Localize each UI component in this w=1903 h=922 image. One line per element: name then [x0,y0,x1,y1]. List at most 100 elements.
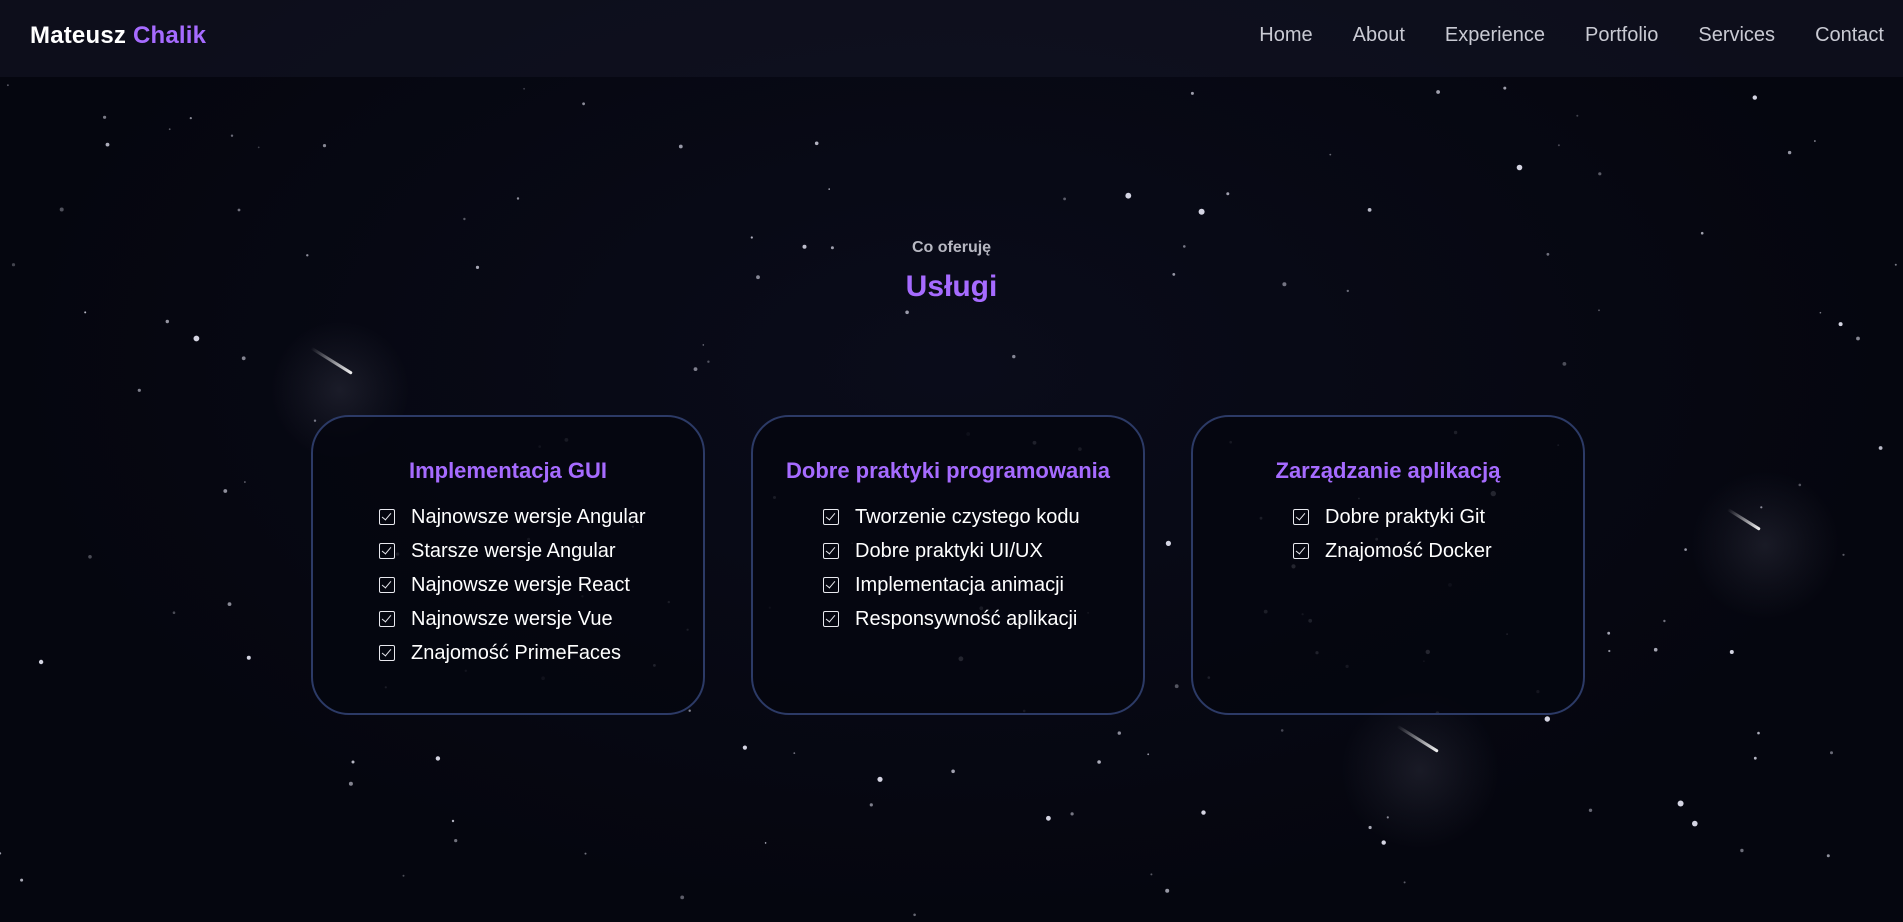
star [1607,631,1611,635]
star [1165,888,1170,893]
list-item: Znajomość PrimeFaces [379,636,703,670]
nav-link-about[interactable]: About [1353,24,1405,47]
list-item: Znajomość Docker [1293,534,1583,568]
top-navbar: Mateusz Chalik Home About Experience Por… [0,0,1903,77]
list-item: Implementacja animacji [823,568,1143,602]
star [523,87,525,90]
brand-first-name: Mateusz [30,22,127,49]
star [1692,820,1698,827]
list-item-label: Najnowsze wersje Vue [411,607,613,630]
section-title: Usługi [905,270,998,303]
star [1165,540,1171,547]
star [351,760,355,764]
star [1367,208,1372,212]
star [1150,873,1153,876]
list-item-label: Implementacja animacji [855,573,1064,596]
brand-last-name: Chalik [132,22,207,49]
service-list: Tworzenie czystego kodu Dobre praktyki U… [753,500,1143,636]
star [688,709,691,712]
star [244,481,246,483]
star [1125,192,1132,199]
card-title: Zarządzanie aplikacją [1275,458,1501,483]
checkbox-checked-icon [823,543,839,559]
star [1117,731,1122,735]
star [764,842,767,844]
checkbox-checked-icon [379,577,395,593]
star [584,852,587,855]
star [1856,336,1860,341]
checkbox-checked-icon [379,611,395,627]
star [168,128,171,131]
star [1544,716,1551,722]
star [84,311,87,314]
site-logo[interactable]: Mateusz Chalik [30,22,206,50]
star [1814,140,1816,142]
star [1752,95,1758,100]
star [1329,153,1332,156]
star [1684,548,1687,551]
list-item-label: Tworzenie czystego kodu [855,505,1080,528]
nav-link-home[interactable]: Home [1259,24,1312,47]
star [516,197,520,200]
star [1198,208,1205,215]
list-item: Najnowsze wersje Vue [379,602,703,636]
star [20,878,24,882]
star [1516,164,1523,171]
service-card-gui: Implementacja GUI Najnowsze wersje Angul… [311,415,705,715]
list-item: Tworzenie czystego kodu [823,500,1143,534]
list-item: Najnowsze wersje Angular [379,500,703,534]
star [7,84,9,87]
star [693,367,698,371]
list-item: Responsywność aplikacji [823,602,1143,636]
star [1403,881,1406,884]
section-eyebrow: Co oferuję [911,239,992,256]
checkbox-checked-icon [823,509,839,525]
star [1147,753,1150,756]
star [189,117,192,120]
star [1838,322,1843,327]
star [322,144,327,148]
star [454,839,458,843]
list-item: Dobre praktyki UI/UX [823,534,1143,568]
star [1201,810,1206,815]
list-item-label: Starsze wersje Angular [411,539,616,562]
checkbox-checked-icon [379,509,395,525]
star [59,207,64,212]
nav-link-portfolio[interactable]: Portfolio [1585,24,1658,47]
star [1503,86,1507,90]
star [1436,90,1440,94]
nav-link-contact[interactable]: Contact [1815,24,1884,47]
star [1653,647,1658,652]
list-item-label: Znajomość Docker [1325,539,1492,562]
list-item-label: Znajomość PrimeFaces [411,641,622,664]
star [1012,354,1016,359]
star [246,655,251,660]
list-item: Starsze wersje Angular [379,534,703,568]
star [227,602,232,606]
star [1757,731,1760,735]
star [742,745,748,750]
star [1842,553,1845,556]
card-title: Dobre praktyki programowania [786,458,1110,483]
checkbox-checked-icon [823,577,839,593]
star [1070,812,1074,816]
star [1677,800,1684,807]
checkbox-checked-icon [1293,509,1309,525]
star [172,611,176,614]
nav-link-services[interactable]: Services [1698,24,1775,47]
star [1819,311,1822,314]
star [1588,808,1593,812]
list-item-label: Najnowsze wersje React [411,573,630,596]
list-item: Najnowsze wersje React [379,568,703,602]
service-list: Najnowsze wersje Angular Starsze wersje … [313,500,703,670]
star [1826,854,1830,858]
nav-link-experience[interactable]: Experience [1445,24,1545,47]
service-card-best-practices: Dobre praktyki programowania Tworzenie c… [751,415,1145,715]
star [869,803,873,807]
service-list: Dobre praktyki Git Znajomość Docker [1193,500,1583,568]
service-card-app-management: Zarządzanie aplikacją Dobre praktyki Git… [1191,415,1585,715]
list-item-label: Dobre praktyki Git [1325,505,1486,528]
star [451,819,455,823]
star [1576,114,1579,117]
star [193,335,200,342]
